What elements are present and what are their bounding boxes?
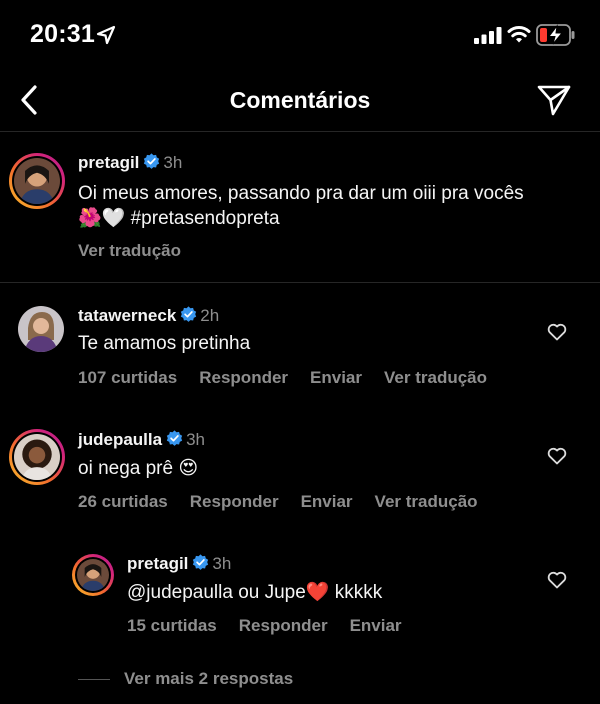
avatar[interactable] bbox=[9, 429, 65, 485]
comment-time: 2h bbox=[200, 306, 220, 325]
comment-username[interactable]: tatawerneck bbox=[78, 306, 176, 325]
post-caption: pretagil 3h Oi meus amores, passando pra… bbox=[0, 133, 600, 283]
likes-count[interactable]: 26 curtidas bbox=[78, 492, 168, 511]
reply-text-end: kkkkk bbox=[334, 582, 383, 603]
reply-button[interactable]: Responder bbox=[199, 368, 288, 387]
avatar[interactable] bbox=[72, 554, 114, 596]
hashtag-link[interactable]: #pretasendopreta bbox=[131, 208, 280, 229]
reply-button[interactable]: Responder bbox=[239, 616, 328, 635]
comment-item: judepaulla 3h oi nega prê 😍 26 curtidas R… bbox=[0, 420, 600, 520]
caption-time: 3h bbox=[163, 153, 183, 172]
location-arrow-icon bbox=[96, 25, 116, 45]
header-bar: Comentários bbox=[0, 70, 600, 132]
wifi-icon bbox=[507, 26, 531, 43]
send-button[interactable]: Enviar bbox=[350, 616, 402, 635]
see-translation-link[interactable]: Ver tradução bbox=[384, 368, 487, 387]
likes-count[interactable]: 15 curtidas bbox=[127, 616, 217, 635]
heart-icon[interactable] bbox=[547, 571, 567, 589]
avatar[interactable] bbox=[18, 306, 64, 352]
heart-eyes-emoji: 😍 bbox=[178, 457, 199, 479]
caption-header: pretagil 3h bbox=[78, 153, 182, 173]
reply-item: pretagil 3h @judepaulla ou Jupe❤️ kkkkk … bbox=[0, 544, 600, 644]
mention-text[interactable]: @judepaulla ou Jupe bbox=[127, 582, 306, 603]
avatar-image bbox=[77, 559, 109, 591]
comment-text: oi nega prê 😍 bbox=[78, 456, 198, 481]
see-translation-link[interactable]: Ver tradução bbox=[375, 492, 478, 511]
reply-username[interactable]: pretagil bbox=[127, 554, 188, 573]
send-button[interactable]: Enviar bbox=[310, 368, 362, 387]
reply-actions: 15 curtidas Responder Enviar bbox=[127, 616, 424, 636]
comment-text-body: oi nega prê bbox=[78, 458, 174, 479]
comment-actions: 107 curtidas Responder Enviar Ver tradução bbox=[78, 368, 509, 388]
verified-badge-icon bbox=[166, 430, 183, 446]
caption-username[interactable]: pretagil bbox=[78, 153, 139, 172]
battery-low-charging-icon bbox=[536, 24, 575, 46]
comment-text: Te amamos pretinha bbox=[78, 333, 251, 354]
reply-header: pretagil 3h bbox=[127, 554, 231, 574]
signal-icon bbox=[474, 27, 502, 44]
caption-text: Oi meus amores, passando pra dar um oiii… bbox=[78, 182, 588, 231]
verified-badge-icon bbox=[181, 306, 197, 322]
reply-button[interactable]: Responder bbox=[190, 492, 279, 511]
send-button[interactable]: Enviar bbox=[301, 492, 353, 511]
reply-time: 3h bbox=[212, 554, 232, 573]
view-more-replies-label[interactable]: Ver mais 2 respostas bbox=[124, 669, 293, 689]
view-more-replies[interactable]: Ver mais 2 respostas bbox=[78, 666, 293, 692]
comment-header: judepaulla 3h bbox=[78, 430, 205, 450]
caption-emojis: 🌺🤍 bbox=[78, 207, 126, 229]
verified-badge-icon bbox=[193, 554, 209, 570]
comment-username[interactable]: judepaulla bbox=[78, 430, 162, 449]
heart-icon[interactable] bbox=[547, 447, 567, 465]
avatar[interactable] bbox=[9, 153, 65, 209]
thread-divider-line bbox=[78, 678, 110, 680]
avatar-image bbox=[18, 306, 64, 352]
avatar-image bbox=[14, 434, 60, 480]
reply-text: @judepaulla ou Jupe❤️ kkkkk bbox=[127, 580, 382, 605]
comment-header: tatawerneck 2h bbox=[78, 306, 219, 326]
heart-icon[interactable] bbox=[547, 323, 567, 341]
likes-count[interactable]: 107 curtidas bbox=[78, 368, 177, 387]
status-bar: 20:31 bbox=[0, 0, 600, 70]
avatar-image bbox=[14, 158, 60, 204]
comment-time: 3h bbox=[186, 430, 205, 449]
see-translation-link[interactable]: Ver tradução bbox=[78, 241, 181, 261]
page-title: Comentários bbox=[229, 87, 371, 113]
status-time: 20:31 bbox=[30, 20, 95, 48]
paper-plane-icon[interactable] bbox=[536, 83, 572, 117]
red-heart-emoji: ❤️ bbox=[305, 581, 330, 603]
comment-item: tatawerneck 2h Te amamos pretinha 107 cu… bbox=[0, 296, 600, 396]
verified-badge-icon bbox=[144, 153, 160, 169]
comment-actions: 26 curtidas Responder Enviar Ver tradução bbox=[78, 492, 500, 512]
caption-text-line: Oi meus amores, passando pra dar um oiii… bbox=[78, 183, 524, 204]
